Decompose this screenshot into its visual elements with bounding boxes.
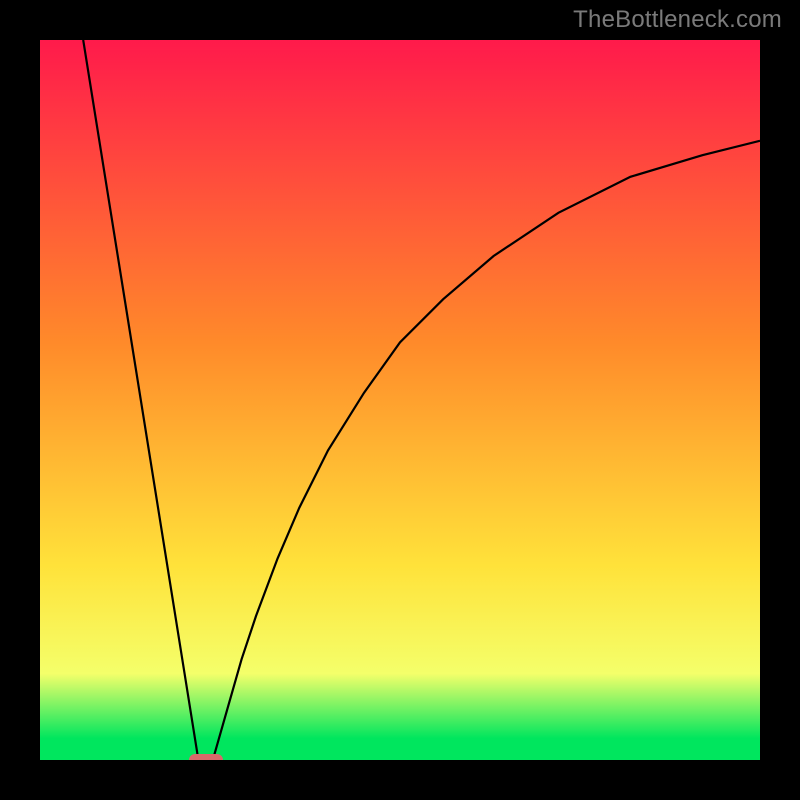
chart-frame: TheBottleneck.com — [0, 0, 800, 800]
bottleneck-curve — [83, 40, 760, 760]
plot-area — [40, 40, 760, 760]
curve-svg — [40, 40, 760, 760]
watermark-text: TheBottleneck.com — [573, 6, 782, 34]
min-marker — [189, 754, 223, 760]
